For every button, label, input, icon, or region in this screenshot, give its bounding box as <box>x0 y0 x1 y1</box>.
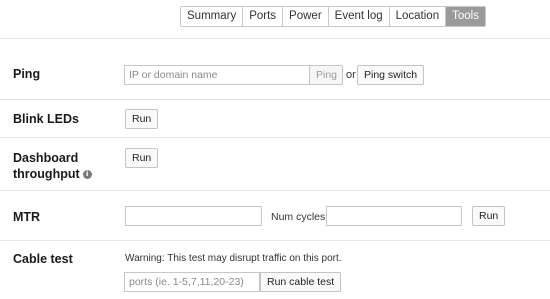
info-icon[interactable]: i <box>82 170 92 180</box>
run-cable-test-button[interactable]: Run cable test <box>260 272 342 292</box>
tab-location[interactable]: Location <box>389 7 447 26</box>
mtr-host-input[interactable] <box>125 206 262 226</box>
ping-switch-button[interactable]: Ping switch <box>357 65 425 85</box>
mtr-row: MTR Num cycles: Run <box>0 190 550 240</box>
blink-leds-run-button[interactable]: Run <box>125 109 159 129</box>
cable-test-label: Cable test <box>13 252 73 266</box>
or-text: or <box>346 69 356 81</box>
dashboard-throughput-label: Dashboard throughput i <box>13 150 92 182</box>
ping-label: Ping <box>13 67 41 81</box>
num-cycles-input[interactable] <box>326 206 462 226</box>
ping-host-input[interactable] <box>124 65 310 85</box>
dashboard-run-button[interactable]: Run <box>125 148 159 168</box>
ports-input[interactable] <box>124 272 260 292</box>
tab-bar: Summary Ports Power Event log Location T… <box>180 6 486 27</box>
tab-power[interactable]: Power <box>283 7 329 26</box>
num-cycles-label: Num cycles: <box>271 211 329 223</box>
ping-button[interactable]: Ping <box>309 65 343 85</box>
tab-tools[interactable]: Tools <box>446 7 485 26</box>
tab-summary[interactable]: Summary <box>181 7 244 26</box>
cable-test-row: Cable test Warning: This test may disrup… <box>0 240 550 299</box>
mtr-label: MTR <box>13 210 41 224</box>
dashboard-label-line2: throughput <box>13 167 80 181</box>
mtr-run-button[interactable]: Run <box>472 206 506 226</box>
dashboard-label-line1: Dashboard <box>13 151 79 165</box>
dashboard-throughput-row: Dashboard throughput i Run <box>0 137 550 190</box>
tab-event-log[interactable]: Event log <box>328 7 390 26</box>
blink-leds-label: Blink LEDs <box>13 112 79 126</box>
ping-row: Ping Ping or Ping switch <box>0 38 550 99</box>
blink-leds-row: Blink LEDs Run <box>0 99 550 137</box>
cable-test-warning: Warning: This test may disrupt traffic o… <box>125 253 342 264</box>
tab-ports[interactable]: Ports <box>243 7 284 26</box>
